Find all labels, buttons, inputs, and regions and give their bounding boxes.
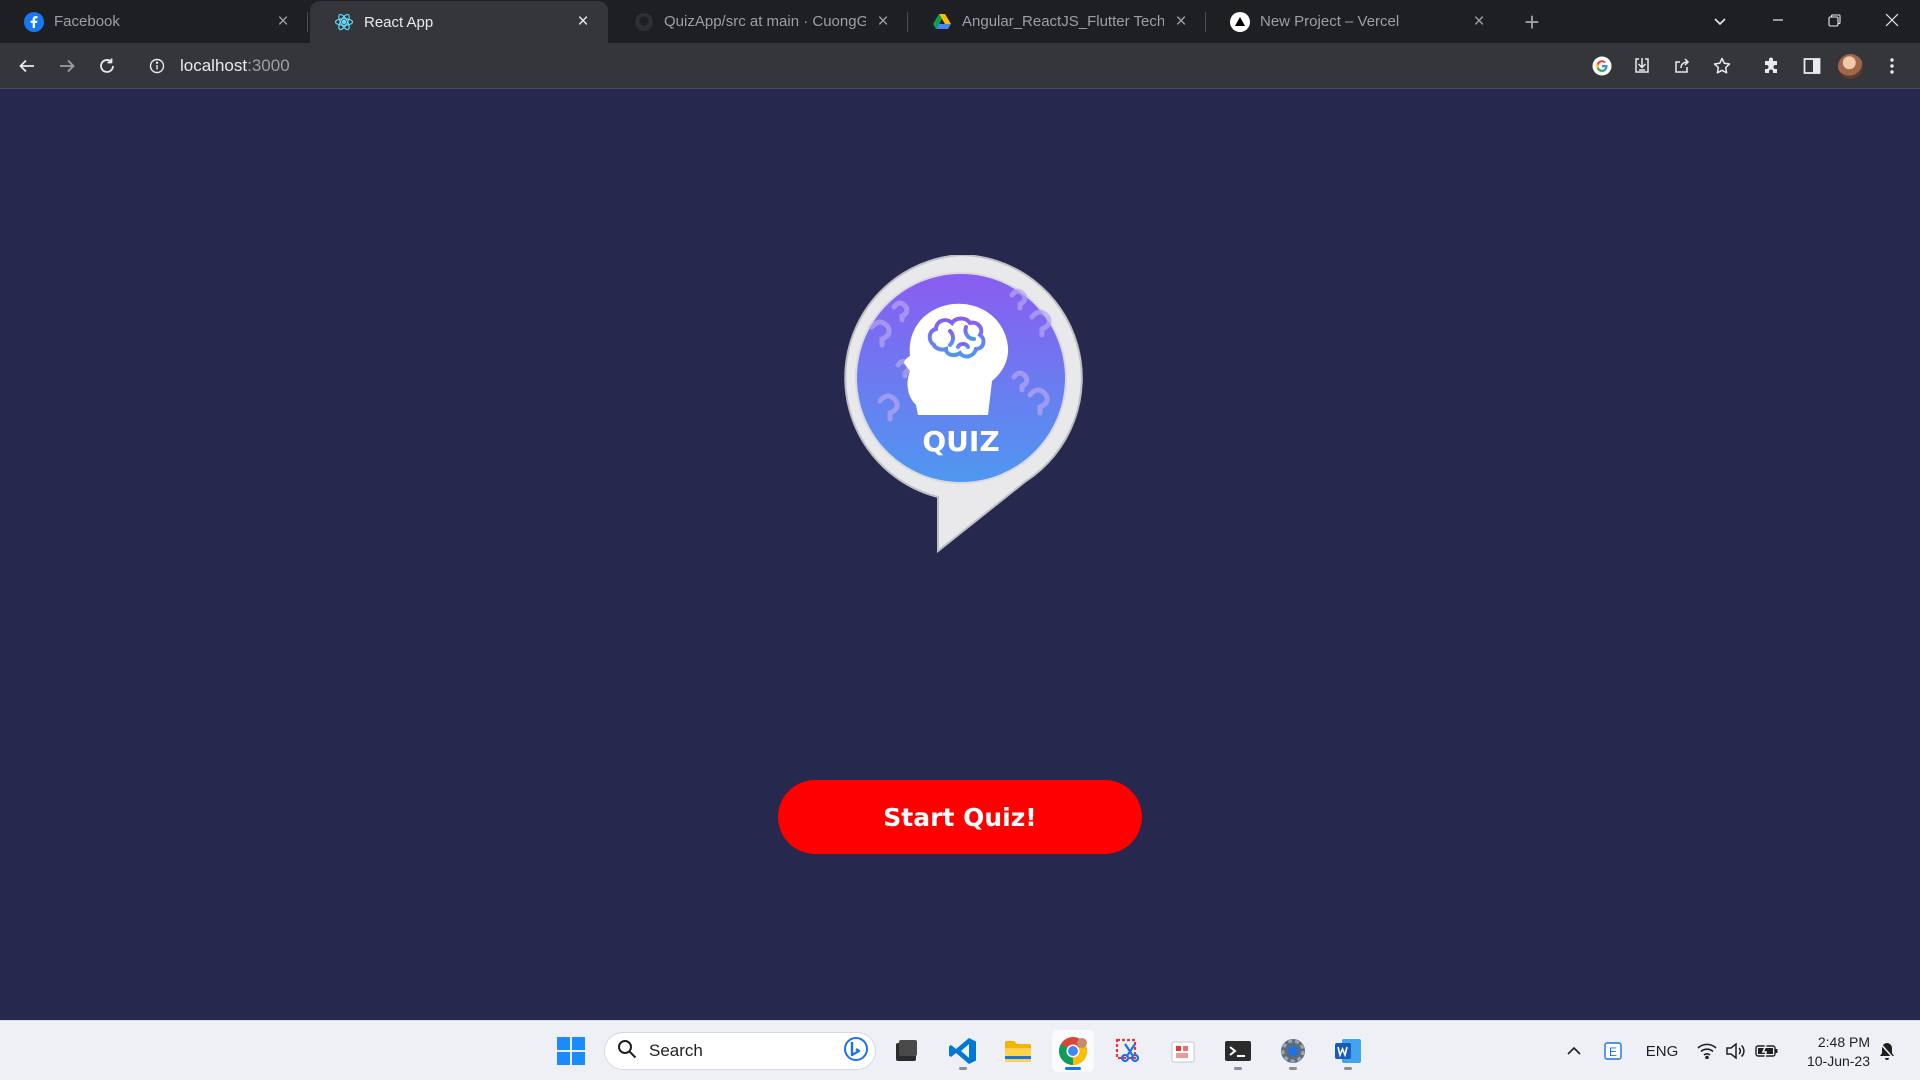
facebook-icon [24,11,44,32]
taskbar: Search E ENG 2:48 PM 10-Jun-23 [0,1020,1920,1080]
clock-time: 2:48 PM [1817,1034,1870,1050]
notification-bell-icon[interactable] [1874,1033,1900,1069]
tab-facebook[interactable]: Facebook × [0,0,308,43]
word-icon[interactable] [1327,1030,1369,1072]
running-indicator [1289,1067,1297,1070]
tab-title: React App [364,13,434,31]
github-icon [634,12,654,32]
extensions-icon[interactable] [1756,50,1788,82]
windows-start-icon[interactable] [550,1030,592,1072]
show-hidden-icons-icon[interactable] [1562,1033,1586,1069]
forward-icon[interactable] [51,50,83,82]
restore-icon[interactable] [1806,0,1862,40]
react-icon [334,12,354,32]
settings-icon[interactable] [1272,1030,1314,1072]
running-indicator [1344,1067,1352,1070]
close-tab-icon[interactable]: × [272,11,294,33]
close-tab-icon[interactable]: × [1170,11,1192,33]
file-explorer-icon[interactable] [997,1030,1039,1072]
tab-title: New Project – Vercel [1260,13,1400,30]
vercel-icon [1230,11,1250,32]
quiz-logo: QUIZ [836,253,1086,555]
address-bar[interactable]: localhost:3000 [140,48,1588,84]
battery-icon[interactable] [1752,1033,1782,1069]
logo-text: QUIZ [922,425,999,458]
tab-strip: Facebook × React App × QuizApp/src at ma… [0,0,1920,43]
snipping-tool-icon[interactable] [1107,1030,1149,1072]
tab-vercel[interactable]: New Project – Vercel × [1206,0,1504,43]
wifi-icon[interactable] [1694,1033,1720,1069]
tab-google-drive[interactable]: Angular_ReactJS_Flutter Technica × [908,0,1206,43]
back-icon[interactable] [11,50,43,82]
install-icon[interactable] [1626,50,1658,82]
search-icon [617,1039,637,1064]
tab-title: Angular_ReactJS_Flutter Technica [962,13,1164,30]
menu-icon[interactable] [1876,50,1908,82]
tab-title: Facebook [54,13,120,30]
input-method-icon[interactable]: E [1600,1033,1626,1069]
active-indicator [1065,1067,1081,1070]
start-quiz-button[interactable]: Start Quiz! [778,780,1142,854]
taskbar-search[interactable]: Search [604,1032,876,1070]
close-tab-icon[interactable]: × [1468,11,1490,33]
url-port: :3000 [247,56,290,75]
url-host: localhost [180,56,248,75]
page-viewport: QUIZ Start Quiz! [0,89,1920,1020]
minimize-icon[interactable] [1750,0,1806,40]
vscode-icon[interactable] [942,1030,984,1072]
clock[interactable]: 2:48 PM 10-Jun-23 [1790,1033,1870,1071]
task-view-icon[interactable] [885,1030,927,1072]
running-indicator [1234,1067,1242,1070]
close-tab-icon[interactable]: × [872,11,894,33]
language-indicator[interactable]: ENG [1642,1033,1682,1069]
browser-toolbar: localhost:3000 [0,43,1920,89]
side-panel-icon[interactable] [1796,50,1828,82]
running-indicator [959,1067,967,1070]
google-icon[interactable] [1586,50,1618,82]
close-window-icon[interactable] [1864,0,1920,40]
profile-avatar[interactable] [1838,54,1863,79]
svg-text:E: E [1609,1045,1617,1059]
site-info-icon[interactable] [146,55,168,77]
reload-icon[interactable] [91,50,123,82]
url-text[interactable]: localhost:3000 [180,56,290,76]
tab-react-app[interactable]: React App × [310,1,608,43]
volume-icon[interactable] [1722,1033,1748,1069]
close-tab-icon[interactable]: × [572,11,594,33]
new-tab-icon[interactable]: + [1518,7,1546,37]
tab-search-icon[interactable] [1704,5,1736,37]
search-placeholder: Search [649,1041,703,1060]
google-drive-icon [932,12,952,32]
paint-icon[interactable] [1162,1030,1204,1072]
share-icon[interactable] [1666,50,1698,82]
bing-icon[interactable] [843,1036,869,1067]
clock-date: 10-Jun-23 [1806,1053,1870,1069]
tab-github[interactable]: QuizApp/src at main · CuongGo × [610,0,908,43]
bookmark-star-icon[interactable] [1706,50,1738,82]
chrome-icon[interactable] [1052,1030,1094,1072]
tab-title: QuizApp/src at main · CuongGo [664,13,866,30]
terminal-icon[interactable] [1217,1030,1259,1072]
